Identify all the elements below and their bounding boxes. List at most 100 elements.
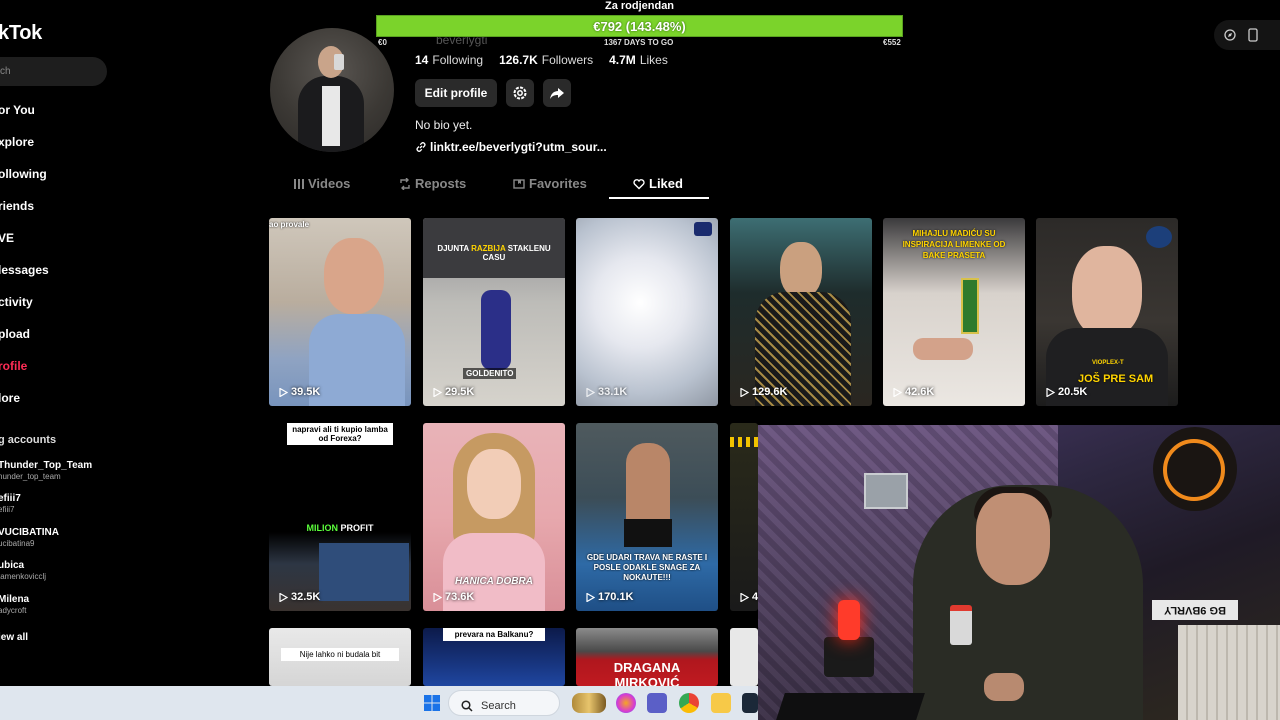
- search-input[interactable]: ch: [0, 57, 107, 86]
- video-tile[interactable]: DRAGANA MIRKOVIĆ: [576, 628, 718, 686]
- video-tile[interactable]: [730, 628, 758, 686]
- teams-icon[interactable]: [647, 693, 667, 713]
- video-caption: napravi ali ti kupio lamba od Forexa?: [287, 423, 393, 445]
- video-tile[interactable]: 129.6K: [730, 218, 872, 406]
- mobile-icon[interactable]: [1248, 28, 1258, 42]
- profile-stats: 14 Following 126.7K Followers 4.7M Likes: [415, 53, 668, 67]
- video-tile[interactable]: 33.1K: [576, 218, 718, 406]
- nav-explore[interactable]: xplore: [0, 135, 34, 149]
- nav-following[interactable]: ollowing: [0, 167, 47, 181]
- tab-favorites[interactable]: Favorites: [513, 176, 587, 191]
- video-views: 4: [740, 591, 758, 603]
- settings-button[interactable]: [506, 79, 534, 107]
- chrome-icon[interactable]: [679, 693, 699, 713]
- account-item[interactable]: Thunder_Top_Team hunder_top_team: [0, 460, 92, 481]
- video-views: 39.5K: [279, 386, 320, 398]
- stat-likes: 4.7M Likes: [609, 53, 668, 67]
- nav-messages[interactable]: lessages: [0, 263, 49, 277]
- profile-bio: No bio yet.: [415, 118, 473, 132]
- webcam-logo-ring: [1163, 439, 1225, 501]
- copilot-icon[interactable]: [616, 693, 636, 713]
- share-button[interactable]: [543, 79, 571, 107]
- edit-profile-button[interactable]: Edit profile: [415, 79, 497, 107]
- account-name: Thunder_Top_Team: [0, 460, 93, 471]
- video-views: 73.6K: [433, 591, 474, 603]
- link-icon: [416, 142, 426, 152]
- goal-progress-bar: €792 (143.48%): [376, 15, 903, 37]
- search-icon: [461, 700, 473, 712]
- tiktok-logo[interactable]: kTok: [0, 22, 42, 45]
- account-handle: adycroft: [0, 606, 27, 615]
- webcam-hand: [984, 673, 1024, 701]
- bookmark-icon: [513, 178, 525, 189]
- account-name: ubica: [0, 560, 25, 571]
- goal-title: Za rodjendan: [604, 0, 675, 12]
- webcam-red-lamp: [838, 600, 860, 640]
- avatar-shirt: [322, 86, 340, 146]
- account-item[interactable]: Milena adycroft: [0, 594, 29, 615]
- goal-days-left: 1367 DAYS TO GO: [604, 38, 674, 47]
- nav-friends[interactable]: riends: [0, 199, 34, 213]
- account-item[interactable]: ubica tamenkovicclj: [0, 560, 46, 581]
- video-views: 20.5K: [1046, 386, 1087, 398]
- profile-link[interactable]: linktr.ee/beverlygti?utm_sour...: [415, 140, 607, 154]
- video-tile[interactable]: HANICA DOBRA 73.6K: [423, 423, 565, 611]
- video-caption: JOŠ PRE SAM: [1078, 373, 1154, 385]
- video-tile[interactable]: napravi ali ti kupio lamba od Forexa? MI…: [269, 423, 411, 611]
- widgets-icon[interactable]: [572, 693, 606, 713]
- tab-liked[interactable]: Liked: [633, 176, 683, 191]
- play-icon: [433, 387, 442, 397]
- video-caption: Nije lahko ni budala bit: [281, 648, 399, 661]
- avatar-phone: [334, 54, 344, 70]
- account-handle: hunder_top_team: [0, 472, 61, 481]
- video-tile[interactable]: Nije lahko ni budala bit: [269, 628, 411, 686]
- account-item[interactable]: VUCIBATINA ucibatina9: [0, 527, 59, 548]
- video-caption: DJUNTA RAZBIJA STAKLENU CASU: [437, 244, 551, 262]
- share-icon: [550, 88, 564, 99]
- play-icon: [893, 387, 902, 397]
- tab-reposts[interactable]: Reposts: [399, 176, 466, 191]
- webcam-keyboard: [775, 693, 925, 720]
- account-name: efiii7: [0, 493, 21, 504]
- video-caption: DRAGANA MIRKOVIĆ: [613, 660, 681, 686]
- nav-for-you[interactable]: or You: [0, 103, 35, 117]
- sidebar: kTok ch or You xplore ollowing riends VE…: [0, 0, 130, 690]
- nav-live[interactable]: VE: [0, 231, 14, 245]
- taskbar-search[interactable]: Search: [448, 690, 560, 716]
- video-tile[interactable]: GDE UDARI TRAVA NE RASTE I POSLE ODAKLE …: [576, 423, 718, 611]
- play-icon: [586, 387, 595, 397]
- file-explorer-icon[interactable]: [711, 693, 731, 713]
- video-tile[interactable]: prevara na Balkanu?: [423, 628, 565, 686]
- video-tag: GOLDENITO: [463, 368, 517, 379]
- gear-icon: [513, 86, 527, 100]
- video-caption: MIHAJLU MADIĆU SU INSPIRACIJA LIMENKE OD…: [902, 229, 1006, 260]
- compass-icon[interactable]: [1224, 29, 1236, 41]
- steam-icon[interactable]: [742, 693, 758, 713]
- tab-videos[interactable]: Videos: [294, 176, 350, 191]
- nav-upload[interactable]: pload: [0, 327, 30, 341]
- stat-followers[interactable]: 126.7K Followers: [499, 53, 593, 67]
- video-tile[interactable]: 4: [730, 423, 758, 611]
- nav-more[interactable]: lore: [0, 391, 20, 405]
- account-handle: tamenkovicclj: [0, 572, 47, 581]
- play-icon: [1046, 387, 1055, 397]
- windows-start-icon[interactable]: [422, 693, 442, 713]
- play-icon: [279, 387, 288, 397]
- grid-icon: [294, 178, 304, 189]
- view-all-link[interactable]: iew all: [0, 632, 28, 643]
- nav-activity[interactable]: ctivity: [0, 295, 33, 309]
- video-tile[interactable]: VIOPLEX-T JOŠ PRE SAM 20.5K: [1036, 218, 1178, 406]
- webcam-person-head: [976, 493, 1050, 585]
- nav-profile[interactable]: rofile: [0, 359, 27, 373]
- account-item[interactable]: efiii7 efiii7: [0, 493, 21, 514]
- video-tile[interactable]: ao provale 39.5K: [269, 218, 411, 406]
- video-caption: GDE UDARI TRAVA NE RASTE I POSLE ODAKLE …: [586, 553, 708, 582]
- video-tile[interactable]: MIHAJLU MADIĆU SU INSPIRACIJA LIMENKE OD…: [883, 218, 1025, 406]
- webcam-energy-can: [950, 605, 972, 645]
- video-tile[interactable]: DJUNTA RAZBIJA STAKLENU CASU GOLDENITO 2…: [423, 218, 565, 406]
- active-tab-underline: [609, 197, 709, 199]
- stat-following[interactable]: 14 Following: [415, 53, 483, 67]
- webcam-overlay: BG 9BVRLY: [758, 425, 1280, 720]
- repost-icon: [400, 177, 410, 190]
- play-icon: [740, 387, 749, 397]
